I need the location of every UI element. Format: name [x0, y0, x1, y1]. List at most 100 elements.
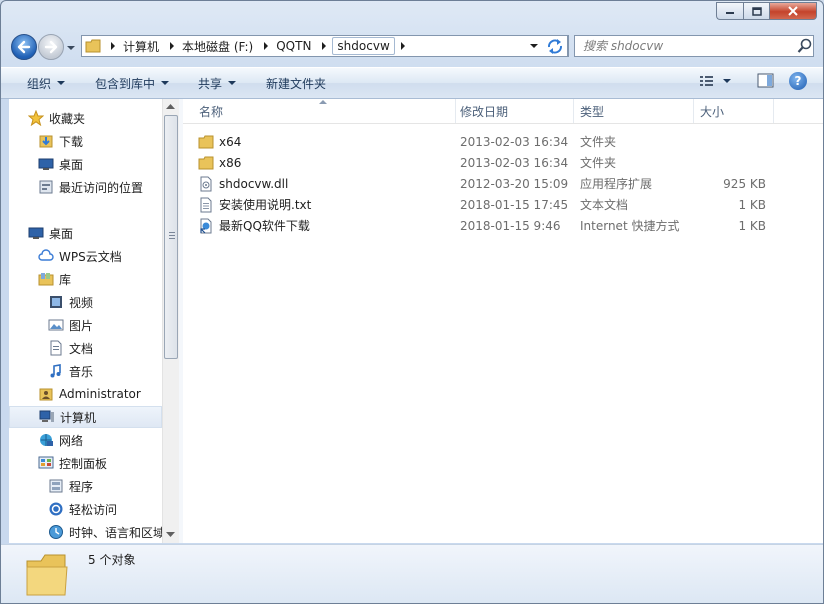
help-button[interactable]: ? — [789, 72, 807, 90]
share-button[interactable]: 共享 — [198, 74, 237, 92]
sidebar-item-ease-of-access[interactable]: 轻松访问 — [47, 498, 117, 520]
sidebar-item-network[interactable]: 网络 — [37, 429, 83, 451]
file-date: 2012-03-20 15:09 — [460, 176, 569, 191]
chevron-down-icon — [161, 81, 170, 85]
file-type: 文件夹 — [580, 135, 617, 149]
sidebar-item-label: 轻松访问 — [69, 502, 118, 517]
breadcrumb-label: 计算机 — [123, 39, 160, 54]
address-bar[interactable]: 计算机 本地磁盘 (F:) QQTN shdocvw — [81, 35, 569, 57]
file-name-cell: x86 — [197, 152, 241, 173]
sidebar-item-label: 下载 — [59, 134, 84, 149]
breadcrumb-separator-icon[interactable] — [164, 36, 180, 56]
breadcrumb-item[interactable]: 本地磁盘 (F:) — [180, 36, 274, 56]
sidebar-item-libraries[interactable]: 库 — [37, 268, 71, 290]
search-input[interactable] — [575, 38, 794, 54]
table-row[interactable]: 最新QQ软件下载 2018-01-15 9:46 Internet 快捷方式 1… — [183, 215, 823, 236]
search-box[interactable] — [574, 35, 814, 57]
new-folder-button[interactable]: 新建文件夹 — [266, 74, 326, 92]
folder-large-icon — [26, 554, 68, 596]
close-button[interactable] — [770, 2, 817, 20]
programs-icon — [47, 477, 65, 495]
address-folder-icon — [82, 36, 105, 56]
scrollbar-thumb[interactable] — [164, 115, 178, 359]
forward-button[interactable] — [38, 34, 64, 60]
sidebar-item-label: 计算机 — [60, 410, 97, 425]
share-label: 共享 — [198, 76, 223, 91]
file-name-cell: 安装使用说明.txt — [197, 194, 311, 215]
navigation-bar: 计算机 本地磁盘 (F:) QQTN shdocvw — [1, 29, 823, 63]
chevron-down-icon — [530, 44, 538, 48]
table-row[interactable]: 安装使用说明.txt 2018-01-15 17:45 文本文档 1 KB — [183, 194, 823, 215]
column-name[interactable]: 名称 — [193, 99, 456, 123]
change-view-button[interactable] — [699, 74, 731, 88]
sidebar-item-videos[interactable]: 视频 — [47, 291, 93, 313]
organize-button[interactable]: 组织 — [27, 74, 66, 92]
file-name: shdocvw.dll — [219, 176, 289, 191]
address-dropdown-button[interactable] — [526, 42, 542, 50]
breadcrumb-label: 本地磁盘 (F:) — [182, 39, 254, 54]
breadcrumb-item[interactable]: 计算机 — [121, 36, 180, 56]
music-icon — [47, 362, 65, 380]
sidebar-item-desktop-fav[interactable]: 桌面 — [37, 153, 83, 175]
network-icon — [37, 431, 55, 449]
recent-pages-dropdown-icon[interactable] — [65, 42, 77, 54]
sidebar-item-label: 时钟、语言和区域 — [69, 525, 166, 540]
breadcrumb-separator-icon[interactable] — [258, 36, 274, 56]
grip-icon — [169, 232, 175, 239]
star-icon — [27, 109, 45, 127]
sidebar-item-label: 最近访问的位置 — [59, 180, 144, 195]
sidebar-item-label: 程序 — [69, 479, 94, 494]
sidebar-item-recent-places[interactable]: 最近访问的位置 — [37, 176, 143, 198]
sidebar-item-administrator[interactable]: Administrator — [37, 383, 141, 405]
maximize-button[interactable] — [743, 2, 770, 20]
column-size[interactable]: 大小 — [694, 99, 774, 123]
view-list-icon — [700, 76, 713, 86]
dll-file-icon — [197, 175, 215, 193]
file-size — [693, 152, 766, 173]
sidebar-item-documents[interactable]: 文档 — [47, 337, 93, 359]
desktop-icon — [37, 155, 55, 173]
file-type: Internet 快捷方式 — [580, 219, 680, 233]
clock-language-icon — [47, 523, 65, 541]
refresh-button[interactable] — [542, 35, 568, 57]
breadcrumb-label: shdocvw — [332, 37, 395, 55]
file-size — [693, 131, 766, 152]
breadcrumb-separator-icon[interactable] — [316, 36, 332, 56]
file-name-cell: 最新QQ软件下载 — [197, 215, 310, 236]
sidebar-item-computer[interactable]: 计算机 — [9, 406, 162, 428]
minimize-icon — [726, 12, 734, 14]
sidebar-item-programs[interactable]: 程序 — [47, 475, 93, 497]
include-in-library-button[interactable]: 包含到库中 — [95, 74, 170, 92]
control-panel-icon — [37, 454, 55, 472]
scroll-up-icon[interactable] — [163, 100, 178, 114]
table-row[interactable]: x64 2013-02-03 16:34 文件夹 — [183, 131, 823, 152]
sidebar-item-desktop[interactable]: 桌面 — [27, 222, 73, 244]
sidebar-item-wps-cloud[interactable]: WPS云文档 — [37, 245, 122, 267]
breadcrumb-separator-icon[interactable] — [395, 36, 411, 56]
sidebar-item-downloads[interactable]: 下载 — [37, 130, 83, 152]
sidebar-item-control-panel[interactable]: 控制面板 — [37, 452, 107, 474]
folder-icon — [197, 154, 215, 172]
sidebar-item-favorites[interactable]: 收藏夹 — [27, 107, 85, 129]
sidebar-item-clock-language-region[interactable]: 时钟、语言和区域 — [47, 521, 165, 543]
column-type[interactable]: 类型 — [574, 99, 694, 123]
minimize-button[interactable] — [716, 2, 743, 20]
column-modified[interactable]: 修改日期 — [454, 99, 574, 123]
sidebar-item-pictures[interactable]: 图片 — [47, 314, 93, 336]
breadcrumb-item-current[interactable]: shdocvw — [332, 36, 410, 56]
ease-of-access-icon — [47, 500, 65, 518]
search-icon[interactable] — [797, 38, 813, 54]
back-button[interactable] — [11, 34, 37, 60]
file-size: 1 KB — [738, 197, 766, 212]
table-row[interactable]: shdocvw.dll 2012-03-20 15:09 应用程序扩展 925 … — [183, 173, 823, 194]
user-folder-icon — [37, 385, 55, 403]
breadcrumb-item[interactable]: QQTN — [274, 36, 332, 56]
sidebar-item-label: 控制面板 — [59, 456, 108, 471]
breadcrumb-separator-icon[interactable] — [105, 36, 121, 56]
scroll-down-icon[interactable] — [163, 527, 178, 541]
table-row[interactable]: x86 2013-02-03 16:34 文件夹 — [183, 152, 823, 173]
navigation-pane-scrollbar[interactable] — [162, 99, 179, 543]
file-date: 2013-02-03 16:34 — [460, 155, 569, 170]
preview-pane-icon[interactable] — [757, 73, 775, 89]
sidebar-item-music[interactable]: 音乐 — [47, 360, 93, 382]
